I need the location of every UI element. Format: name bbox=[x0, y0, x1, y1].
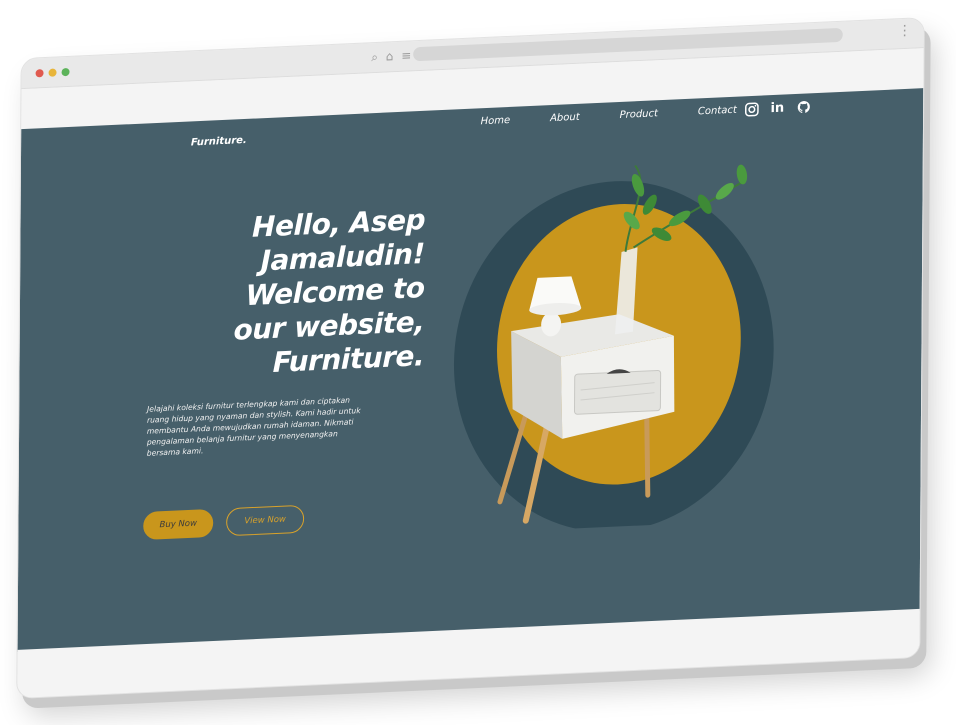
home-icon[interactable]: ⌂ bbox=[386, 49, 394, 63]
hero-title: Hello, Asep Jamaludin! Welcome to our we… bbox=[164, 203, 425, 385]
github-icon[interactable] bbox=[794, 97, 812, 116]
nav-contact[interactable]: Contact bbox=[698, 105, 737, 118]
address-icons: ⌕ ⌂ ≡ bbox=[371, 48, 415, 65]
hero-description: Jelajahi koleksi furnitur terlengkap kam… bbox=[146, 395, 361, 458]
main-nav: Home About Product Contact bbox=[481, 103, 777, 128]
hero-title-line: Furniture. bbox=[272, 339, 425, 379]
site-info-icon[interactable]: ≡ bbox=[401, 48, 411, 62]
close-window-dot[interactable] bbox=[35, 69, 44, 78]
view-now-button[interactable]: View Now bbox=[226, 504, 305, 537]
buy-now-button[interactable]: Buy Now bbox=[143, 508, 214, 541]
browser-window: ⌕ ⌂ ≡ ⋮ Furniture. Home About Product Co… bbox=[16, 17, 925, 699]
site-logo[interactable]: Furniture. bbox=[191, 135, 247, 149]
minimize-window-dot[interactable] bbox=[48, 68, 57, 77]
instagram-icon[interactable] bbox=[742, 100, 760, 119]
social-links: in bbox=[742, 97, 812, 118]
nav-product[interactable]: Product bbox=[620, 108, 658, 121]
website-page: Furniture. Home About Product Contact in… bbox=[17, 88, 924, 652]
mockup-stage: ⌕ ⌂ ≡ ⋮ Furniture. Home About Product Co… bbox=[0, 0, 956, 725]
nav-about[interactable]: About bbox=[550, 112, 580, 124]
maximize-window-dot[interactable] bbox=[61, 67, 70, 77]
hero-furniture-illustration bbox=[453, 164, 774, 532]
linkedin-icon[interactable]: in bbox=[768, 98, 786, 117]
nav-home[interactable]: Home bbox=[481, 115, 511, 127]
browser-menu-icon[interactable]: ⋮ bbox=[898, 23, 912, 40]
search-icon[interactable]: ⌕ bbox=[371, 50, 378, 64]
